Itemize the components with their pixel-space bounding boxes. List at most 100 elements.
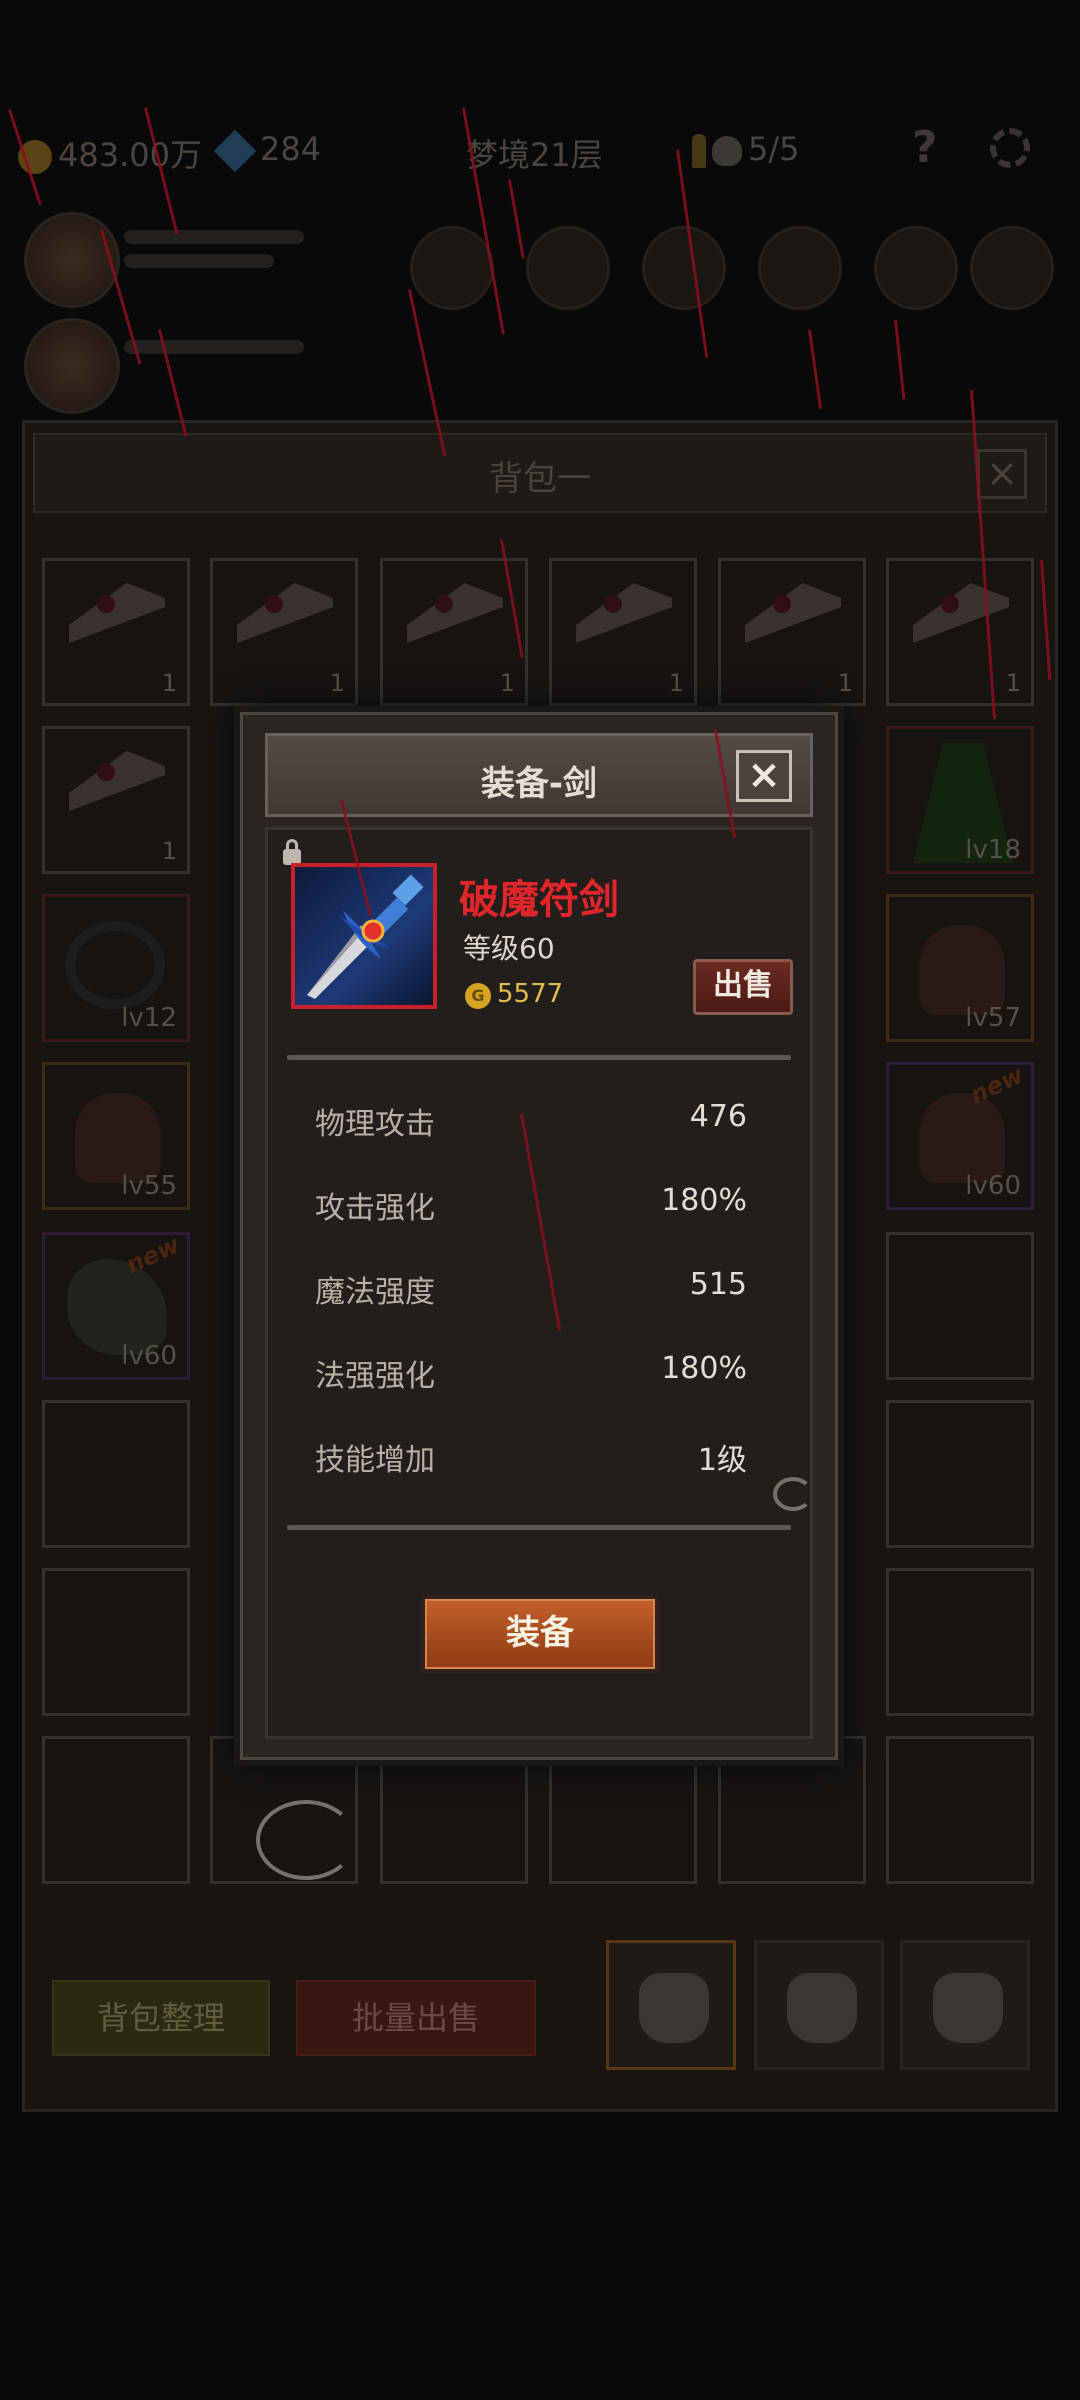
item-count: 1 bbox=[668, 669, 684, 697]
gold-coin-icon: G bbox=[465, 983, 491, 1009]
berry-decoration bbox=[97, 763, 115, 781]
stat-value: 1级 bbox=[697, 1443, 747, 1478]
helmet-icon bbox=[919, 1093, 1005, 1183]
item-count: 1 bbox=[161, 837, 177, 865]
cake-icon bbox=[745, 583, 841, 643]
dialog-header: 装备-剑 × bbox=[265, 733, 813, 817]
bag-slot[interactable]: new lv60 bbox=[42, 1230, 190, 1380]
skull-icon bbox=[712, 136, 742, 166]
item-count: 1 bbox=[161, 669, 177, 697]
gem-counter: 284 bbox=[213, 129, 321, 173]
bag-slot[interactable]: 1 bbox=[886, 558, 1034, 706]
bag-slot[interactable] bbox=[42, 1736, 190, 1884]
bag-slot[interactable] bbox=[42, 1400, 190, 1548]
berry-decoration bbox=[435, 595, 453, 613]
bag-slot[interactable] bbox=[886, 1736, 1034, 1884]
bag-slot[interactable]: lv55 bbox=[42, 1062, 190, 1210]
swirl-effect bbox=[773, 1477, 813, 1511]
skill-slot[interactable] bbox=[410, 226, 494, 310]
bag-slot[interactable]: 1 bbox=[549, 558, 697, 706]
bag-tab-3[interactable] bbox=[900, 1940, 1030, 2070]
bag-slot[interactable]: 1 bbox=[42, 726, 190, 874]
dialog-close-button[interactable]: × bbox=[736, 750, 792, 802]
bag-slot[interactable] bbox=[886, 1568, 1034, 1716]
helmet-icon bbox=[75, 1093, 161, 1183]
skill-slot[interactable] bbox=[526, 226, 610, 310]
berry-decoration bbox=[941, 595, 959, 613]
helmet-icon bbox=[919, 925, 1005, 1015]
stat-row: 攻击强化 180% bbox=[315, 1183, 747, 1226]
berry-decoration bbox=[773, 595, 791, 613]
cake-icon bbox=[69, 583, 165, 643]
stat-label: 法强强化 bbox=[315, 1359, 435, 1394]
sort-bag-button[interactable]: 背包整理 bbox=[52, 1980, 270, 2056]
item-level: lv57 bbox=[965, 1003, 1021, 1033]
stat-label: 技能增加 bbox=[315, 1443, 435, 1478]
help-button[interactable]: ? bbox=[912, 122, 938, 173]
bag-slot[interactable]: lv18 bbox=[886, 726, 1034, 874]
bag-slot[interactable]: 1 bbox=[42, 558, 190, 706]
backpack-icon bbox=[787, 1973, 857, 2043]
hero-status-row bbox=[0, 200, 1080, 420]
item-level: lv55 bbox=[121, 1171, 177, 1201]
cake-icon bbox=[69, 751, 165, 811]
stat-row: 物理攻击 476 bbox=[315, 1099, 747, 1142]
backpack-icon bbox=[933, 1973, 1003, 2043]
stat-value: 515 bbox=[689, 1267, 747, 1302]
item-level: lv18 bbox=[965, 835, 1021, 865]
bag-slot[interactable]: 1 bbox=[718, 558, 866, 706]
backpack-icon bbox=[639, 1973, 709, 2043]
cake-icon bbox=[913, 583, 1009, 643]
bag-slot[interactable] bbox=[886, 1232, 1034, 1380]
bag-slot[interactable] bbox=[886, 1400, 1034, 1548]
backpack-close-button[interactable]: × bbox=[977, 449, 1027, 499]
item-count: 1 bbox=[1005, 669, 1021, 697]
cake-icon bbox=[407, 583, 503, 643]
bag-slot[interactable]: 1 bbox=[210, 558, 358, 706]
item-name: 破魔符剑 bbox=[459, 877, 619, 923]
gem-icon bbox=[213, 129, 257, 173]
skill-slot[interactable] bbox=[874, 226, 958, 310]
stat-label: 攻击强化 bbox=[315, 1191, 435, 1226]
sell-button[interactable]: 出售 bbox=[693, 959, 793, 1015]
ring-icon bbox=[65, 921, 165, 1009]
stat-label: 物理攻击 bbox=[315, 1107, 435, 1142]
bag-tab-2[interactable] bbox=[754, 1940, 884, 2070]
batch-sell-button[interactable]: 批量出售 bbox=[296, 1980, 536, 2056]
bag-slot[interactable]: 1 bbox=[380, 558, 528, 706]
gold-counter: 483.00万 bbox=[18, 130, 202, 176]
bag-slot[interactable]: lv12 bbox=[42, 894, 190, 1042]
hero-avatar[interactable] bbox=[24, 212, 120, 308]
key-counter: 5/5 bbox=[692, 130, 800, 168]
skill-slot[interactable] bbox=[642, 226, 726, 310]
item-level: lv60 bbox=[121, 1341, 177, 1371]
stat-value: 180% bbox=[661, 1183, 747, 1218]
stat-label: 魔法强度 bbox=[315, 1275, 435, 1310]
cake-icon bbox=[237, 583, 333, 643]
key-icon bbox=[692, 134, 706, 168]
equip-button[interactable]: 装备 bbox=[421, 1595, 659, 1673]
equipment-dialog: 装备-剑 × 破魔符剑 等级60 G 5577 出售 物理攻击 476 攻击强化… bbox=[240, 712, 838, 1760]
gear-icon[interactable] bbox=[990, 128, 1030, 168]
stat-row: 技能增加 1级 bbox=[315, 1435, 747, 1478]
stat-value: 180% bbox=[661, 1351, 747, 1386]
skill-slot[interactable] bbox=[970, 226, 1054, 310]
bag-slot[interactable]: lv57 bbox=[886, 894, 1034, 1042]
stat-row: 法强强化 180% bbox=[315, 1351, 747, 1394]
new-badge: new bbox=[122, 1230, 185, 1280]
berry-decoration bbox=[97, 595, 115, 613]
pet-hp-bar bbox=[124, 340, 304, 354]
hero-mp-bar bbox=[124, 254, 274, 268]
new-badge: new bbox=[966, 1060, 1029, 1110]
skill-slot[interactable] bbox=[758, 226, 842, 310]
item-count: 1 bbox=[499, 669, 515, 697]
divider bbox=[287, 1055, 791, 1060]
berry-decoration bbox=[265, 595, 283, 613]
pet-avatar[interactable] bbox=[24, 318, 120, 414]
swirl-effect bbox=[256, 1800, 356, 1880]
bag-slot[interactable]: new lv60 bbox=[886, 1060, 1034, 1210]
bag-tab-1[interactable] bbox=[606, 1940, 736, 2070]
bag-slot[interactable] bbox=[42, 1568, 190, 1716]
stat-value: 476 bbox=[689, 1099, 747, 1134]
item-level-requirement: 等级60 bbox=[463, 932, 555, 965]
